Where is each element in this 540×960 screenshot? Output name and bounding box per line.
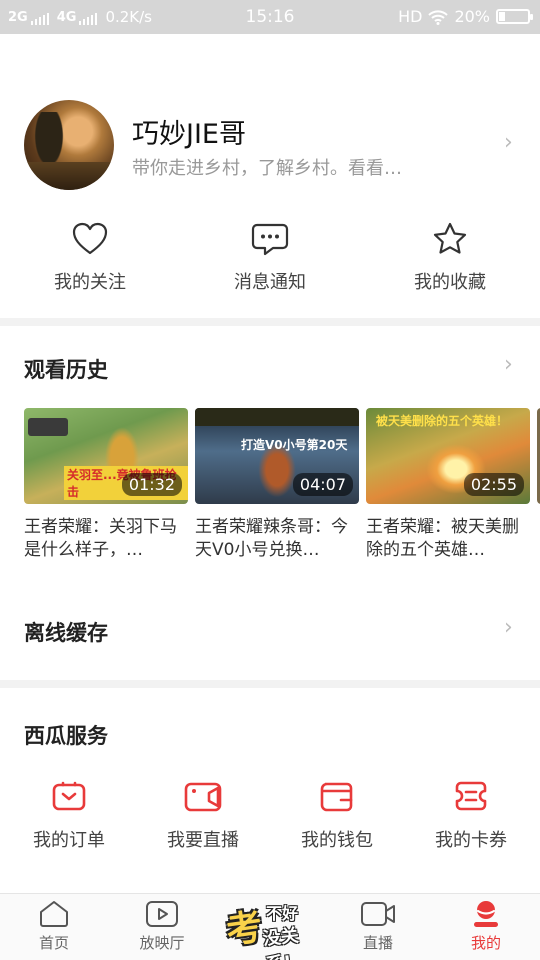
notifications-button[interactable]: 消息通知 bbox=[180, 222, 360, 318]
live-camera-icon bbox=[184, 782, 222, 812]
my-wallet-button[interactable]: 我的钱包 bbox=[270, 780, 404, 852]
wifi-icon bbox=[428, 9, 449, 25]
my-follows-label: 我的关注 bbox=[54, 272, 126, 293]
nav-live[interactable]: 直播 bbox=[328, 900, 428, 953]
nav-mine[interactable]: 我的 bbox=[436, 900, 536, 953]
my-follows-button[interactable]: 我的关注 bbox=[0, 222, 180, 318]
go-live-button[interactable]: 我要直播 bbox=[136, 780, 270, 852]
star-icon bbox=[433, 222, 467, 254]
logo-text-1: 考 bbox=[223, 906, 266, 953]
battery-icon bbox=[496, 9, 533, 24]
avatar-ground bbox=[24, 162, 114, 190]
center-logo-button[interactable]: 考 不好 没关系! bbox=[222, 896, 318, 960]
video-thumbnail[interactable]: 被天美删除的五个英雄！ 02:55 bbox=[366, 408, 530, 504]
thumbnail-overlay bbox=[28, 418, 68, 436]
services-title: 西瓜服务 bbox=[24, 724, 108, 748]
video-duration: 02:55 bbox=[463, 473, 524, 496]
my-coupons-button[interactable]: 我的卡券 bbox=[404, 780, 538, 852]
history-video-card[interactable]: 打造V0小号第20天 04:07 王者荣耀辣条哥：今天V0小号兑换… bbox=[195, 408, 359, 562]
divider bbox=[0, 318, 540, 326]
nav-theater-label: 放映厅 bbox=[139, 934, 185, 952]
watch-history-list[interactable]: 关羽至...竟被鲁班抢击 01:32 王者荣耀：关羽下马是什么样子，… 打造V0… bbox=[24, 408, 540, 568]
my-favorites-button[interactable]: 我的收藏 bbox=[360, 222, 540, 318]
nav-live-label: 直播 bbox=[362, 934, 393, 952]
hd-indicator: HD bbox=[398, 7, 423, 26]
video-duration: 04:07 bbox=[292, 473, 353, 496]
video-duration: 01:32 bbox=[121, 473, 182, 496]
history-video-card[interactable]: 关羽至...竟被鲁班抢击 01:32 王者荣耀：关羽下马是什么样子，… bbox=[24, 408, 188, 562]
logo-text-3: 没关系! bbox=[261, 925, 300, 960]
chevron-right-icon[interactable]: › bbox=[504, 130, 513, 155]
video-camera-icon bbox=[361, 902, 395, 926]
go-live-label: 我要直播 bbox=[167, 830, 239, 851]
chevron-right-icon[interactable]: › bbox=[504, 615, 513, 640]
video-title: 王者荣耀辣条哥：今天V0小号兑换… bbox=[195, 517, 348, 560]
message-icon bbox=[251, 223, 289, 256]
history-video-card[interactable]: 被天美删除的五个英雄！ 02:55 王者荣耀：被天美删除的五个英雄… bbox=[366, 408, 530, 562]
status-bar: 2G 4G 0.2K/s 15:16 HD 20% bbox=[0, 0, 540, 34]
services-grid: 我的订单 我要直播 我的钱包 我的卡券 bbox=[0, 780, 540, 860]
profile-name: 巧妙JIE哥 bbox=[132, 119, 246, 150]
video-title: 王者荣耀：关羽下马是什么样子，… bbox=[24, 517, 177, 560]
play-icon bbox=[146, 901, 178, 927]
order-icon bbox=[52, 781, 86, 811]
my-coupons-label: 我的卡券 bbox=[435, 830, 507, 851]
heart-icon bbox=[72, 222, 108, 255]
coupon-icon bbox=[455, 781, 487, 811]
nav-theater[interactable]: 放映厅 bbox=[112, 900, 212, 953]
video-title: 王者荣耀：被天美删除的五个英雄… bbox=[366, 517, 519, 560]
profile-description: 带你走进乡村，了解乡村。看看… bbox=[132, 158, 402, 179]
my-orders-label: 我的订单 bbox=[33, 830, 105, 851]
video-thumbnail[interactable]: 打造V0小号第20天 04:07 bbox=[195, 408, 359, 504]
profile-icon bbox=[474, 901, 498, 927]
chevron-right-icon[interactable]: › bbox=[504, 352, 513, 377]
divider bbox=[0, 680, 540, 688]
video-thumbnail[interactable]: 关羽至...竟被鲁班抢击 01:32 bbox=[24, 408, 188, 504]
thumbnail-banner: 打造V0小号第20天 bbox=[241, 438, 348, 452]
nav-mine-label: 我的 bbox=[470, 934, 501, 952]
offline-cache-title[interactable]: 离线缓存 bbox=[24, 617, 108, 647]
nav-home-label: 首页 bbox=[38, 934, 69, 952]
wallet-icon bbox=[320, 782, 353, 812]
avatar[interactable] bbox=[24, 100, 114, 190]
logo-text-2: 不好 bbox=[266, 904, 299, 923]
home-icon bbox=[40, 901, 68, 927]
watch-history-title[interactable]: 观看历史 bbox=[24, 354, 108, 384]
profile-header[interactable]: 巧妙JIE哥 带你走进乡村，了解乡村。看看… › bbox=[0, 34, 540, 224]
quick-actions: 我的关注 消息通知 我的收藏 bbox=[0, 222, 540, 318]
my-wallet-label: 我的钱包 bbox=[301, 830, 373, 851]
nav-home[interactable]: 首页 bbox=[4, 900, 104, 953]
my-favorites-label: 我的收藏 bbox=[414, 272, 486, 293]
battery-percent: 20% bbox=[454, 7, 490, 26]
thumbnail-topbar bbox=[195, 408, 359, 426]
battery-fill bbox=[499, 12, 505, 21]
my-orders-button[interactable]: 我的订单 bbox=[2, 780, 136, 852]
notifications-label: 消息通知 bbox=[234, 272, 306, 293]
thumbnail-banner: 被天美删除的五个英雄！ bbox=[376, 414, 509, 428]
